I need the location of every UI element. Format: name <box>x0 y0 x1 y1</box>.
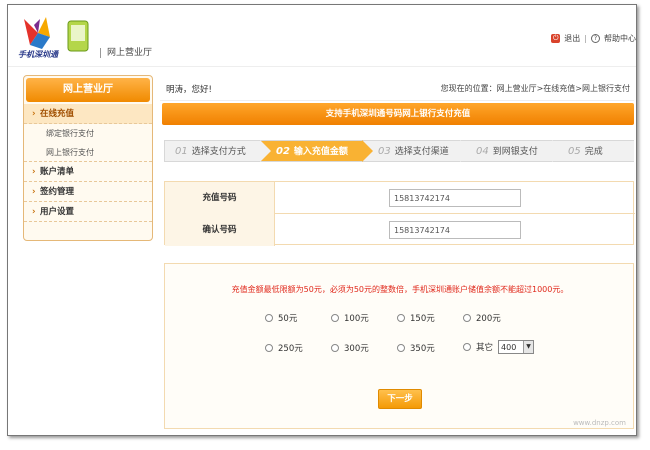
sidebar-sub-bind-bank[interactable]: 绑定银行支付 <box>24 124 152 143</box>
step-label: 输入充值金额 <box>293 147 348 157</box>
amount-notice: 充值金额最低限额为50元，必须为50元的整数倍，手机深圳通账户储值余额不能超过1… <box>231 285 569 294</box>
logout-icon[interactable]: ⏻ <box>551 34 561 43</box>
step-4: 04 到网银支付 <box>460 140 563 162</box>
chevron-down-icon[interactable]: ▼ <box>523 341 534 353</box>
other-label: 其它 <box>476 343 494 353</box>
amount-option-300[interactable]: 300元 <box>331 342 369 354</box>
radio-button[interactable] <box>463 314 471 322</box>
other-amount-select[interactable]: 400 ▼ <box>498 340 535 354</box>
page-banner: 支持手机深圳通号码网上银行支付充值 <box>162 103 634 125</box>
form-row-confirm: 确认号码 <box>165 214 635 246</box>
radio-button[interactable] <box>331 344 339 352</box>
sidebar-item-user-settings[interactable]: 用户设置 <box>24 202 152 222</box>
confirm-number-input[interactable] <box>389 221 521 239</box>
recharge-number-label: 充值号码 <box>165 182 275 214</box>
amount-option-other[interactable]: 其它 400 ▼ <box>463 340 535 354</box>
step-number: 02 <box>276 146 290 157</box>
amount-label: 50元 <box>278 314 298 324</box>
sidebar-item-contract[interactable]: 签约管理 <box>24 182 152 202</box>
amount-option-250[interactable]: 250元 <box>265 342 303 354</box>
step-number: 05 <box>568 146 581 157</box>
help-icon[interactable]: ? <box>591 34 600 43</box>
sidebar-item-account-list[interactable]: 账户清单 <box>24 162 152 182</box>
browser-frame: 手机深圳通 网上营业厅 ⏻ 退出 | ? 帮助中心 网上营业厅 在线充值 绑定银… <box>7 4 637 436</box>
step-2: 02 输入充值金额 <box>260 140 373 162</box>
greeting-bar: 明涛，您好! 您现在的位置：网上营业厅>在线充值>网上银行支付 <box>160 75 634 101</box>
amount-label: 300元 <box>344 344 369 354</box>
form-row-recharge: 充值号码 <box>165 182 635 214</box>
top-links: ⏻ 退出 | ? 帮助中心 <box>551 33 636 44</box>
step-label: 到网银支付 <box>492 147 538 157</box>
step-1: 01 选择支付方式 <box>164 140 271 162</box>
radio-button[interactable] <box>265 344 273 352</box>
number-form: 充值号码 确认号码 <box>164 181 635 246</box>
site-name: 网上营业厅 <box>100 48 152 58</box>
amount-option-50[interactable]: 50元 <box>265 312 297 324</box>
radio-button[interactable] <box>397 314 405 322</box>
watermark: www.dnzp.com <box>573 419 626 427</box>
radio-button[interactable] <box>463 343 471 351</box>
radio-button[interactable] <box>265 314 273 322</box>
header: 手机深圳通 网上营业厅 ⏻ 退出 | ? 帮助中心 <box>8 5 636 67</box>
other-amount-value: 400 <box>501 342 517 352</box>
help-link[interactable]: 帮助中心 <box>604 33 636 44</box>
step-number: 03 <box>378 146 391 157</box>
sidebar-item-online-recharge[interactable]: 在线充值 <box>24 104 152 124</box>
amount-option-350[interactable]: 350元 <box>397 342 435 354</box>
radio-button[interactable] <box>397 344 405 352</box>
step-3: 03 选择支付渠道 <box>362 140 471 162</box>
logo: 手机深圳通 <box>16 15 96 63</box>
sidebar-sub-online-bank[interactable]: 网上银行支付 <box>24 143 152 162</box>
confirm-number-label: 确认号码 <box>165 214 275 246</box>
step-label: 选择支付渠道 <box>394 147 449 157</box>
logo-text: 手机深圳通 <box>18 50 58 59</box>
step-label: 完成 <box>584 147 603 157</box>
recharge-number-input[interactable] <box>389 189 521 207</box>
amount-section: 充值金额最低限额为50元，必须为50元的整数倍，手机深圳通账户储值余额不能超过1… <box>164 263 634 429</box>
amount-label: 150元 <box>410 314 435 324</box>
step-label: 选择支付方式 <box>191 147 246 157</box>
step-indicator: 01 选择支付方式 02 输入充值金额 03 选择支付渠道 04 到网银支付 05 完成 <box>164 140 634 162</box>
amount-option-100[interactable]: 100元 <box>331 312 369 324</box>
step-5: 05 完成 <box>552 140 634 162</box>
next-step-button[interactable]: 下一步 <box>378 389 422 409</box>
breadcrumb: 您现在的位置：网上营业厅>在线充值>网上银行支付 <box>440 84 630 93</box>
amount-label: 200元 <box>476 314 501 324</box>
radio-button[interactable] <box>331 314 339 322</box>
amount-label: 350元 <box>410 344 435 354</box>
logout-link[interactable]: 退出 <box>564 33 580 44</box>
amount-label: 100元 <box>344 314 369 324</box>
step-number: 01 <box>175 146 188 157</box>
link-separator: | <box>584 34 587 43</box>
amount-option-200[interactable]: 200元 <box>463 312 501 324</box>
greeting: 明涛，您好! <box>166 85 212 95</box>
step-number: 04 <box>476 146 489 157</box>
sidebar: 网上营业厅 在线充值 绑定银行支付 网上银行支付 账户清单 签约管理 用户设置 <box>23 75 153 241</box>
amount-option-150[interactable]: 150元 <box>397 312 435 324</box>
sidebar-title: 网上营业厅 <box>26 78 150 102</box>
amount-label: 250元 <box>278 344 303 354</box>
